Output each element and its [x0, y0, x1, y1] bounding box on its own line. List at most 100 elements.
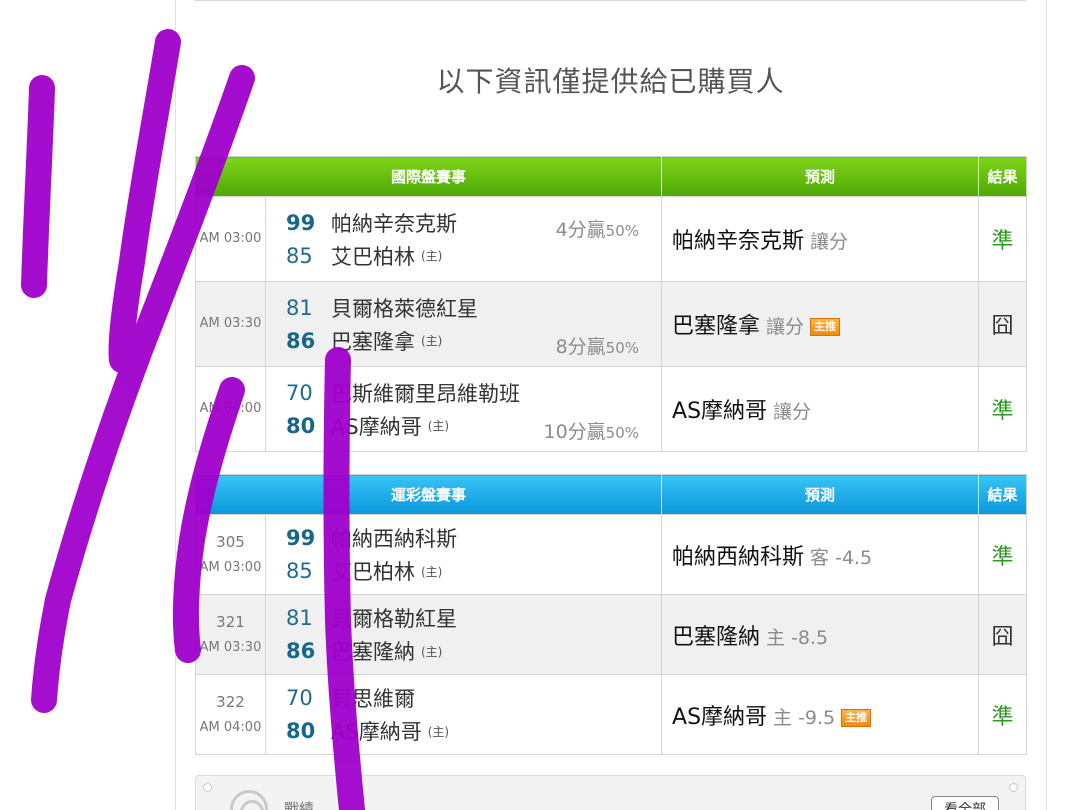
prediction-cell: 巴塞隆納主 -8.5 — [661, 594, 980, 675]
home-team-line: 85 艾巴柏林 (主) — [286, 239, 661, 272]
home-tag: (主) — [421, 249, 443, 263]
spread-result: 8分贏50% — [556, 332, 639, 359]
home-team-line: 85 艾巴柏林 (主) — [286, 555, 661, 588]
home-tag: (主) — [421, 644, 443, 659]
game-time-cell: AM 04:00 — [195, 366, 266, 452]
game-row: AM 03:30 81 貝爾格萊德紅星 86 巴塞隆拿 (主) 8分贏50% 巴塞隆拿 讓分 主推… — [195, 281, 1027, 367]
result-cell: 準 — [978, 196, 1027, 282]
away-score: 70 — [286, 686, 313, 710]
game-time: AM 03:30 — [199, 639, 262, 655]
away-score: 70 — [286, 380, 313, 405]
game-time-cell: 322 AM 04:00 — [195, 674, 266, 755]
away-score: 99 — [286, 526, 316, 550]
home-score: 86 — [286, 328, 316, 353]
see-all-button[interactable]: 看全部 — [931, 796, 999, 810]
home-tag: (主) — [427, 419, 450, 433]
spread-percent: 50% — [605, 339, 640, 357]
international-games-table: 國際盤賽事 預測 結果 AM 03:00 99 帕納辛奈克斯 85 艾巴柏林 (主) 4分贏… — [195, 156, 1028, 452]
teams-cell: 99 帕納辛奈克斯 85 艾巴柏林 (主) 4分贏50% — [265, 196, 663, 282]
prediction-kind: 讓分 — [766, 316, 805, 338]
result-cell: 準 — [978, 514, 1027, 595]
spread-points: 4分贏 — [555, 219, 606, 241]
game-code: 322 — [216, 692, 245, 711]
home-team-name: 艾巴柏林 — [331, 560, 415, 584]
prediction-team: 巴塞隆納 — [672, 624, 761, 650]
game-time: AM 04:00 — [199, 719, 262, 735]
prediction-team: AS摩納哥 — [672, 704, 768, 730]
spread-points: 10分贏 — [543, 421, 606, 443]
away-score: 99 — [286, 210, 316, 235]
prediction-team: 帕納西納科斯 — [672, 544, 805, 570]
prediction-kind: 讓分 — [810, 231, 849, 253]
game-code: 321 — [216, 612, 245, 631]
away-team-name: 帕納辛奈克斯 — [331, 211, 457, 236]
teams-cell: 81 貝爾格萊德紅星 86 巴塞隆拿 (主) 8分贏50% — [265, 281, 663, 367]
game-time: AM 03:30 — [199, 316, 262, 331]
away-team-name: 貝爾格萊德紅星 — [331, 296, 478, 321]
game-time: AM 03:00 — [199, 231, 262, 246]
home-team-name: AS摩納哥 — [331, 414, 422, 439]
record-label: 戰績 — [284, 800, 315, 810]
teams-cell: 99 帕納西納科斯 85 艾巴柏林 (主) — [265, 514, 663, 595]
teams-cell: 81 貝爾格勒紅星 86 巴塞隆納 (主) — [265, 594, 663, 675]
game-row: 305 AM 03:00 99 帕納西納科斯 85 艾巴柏林 (主) 帕納西納科斯客 -4.5… — [195, 514, 1027, 595]
prediction-kind: 讓分 — [773, 401, 812, 423]
header-result: 結果 — [978, 156, 1027, 197]
prediction-cell: 帕納西納科斯客 -4.5 — [661, 514, 980, 595]
away-score: 81 — [286, 295, 313, 320]
game-time-cell: AM 03:00 — [195, 196, 266, 282]
home-tag: (主) — [421, 334, 443, 348]
scribble-stroke — [108, 29, 181, 373]
home-score: 85 — [286, 559, 313, 583]
spread-percent: 50% — [605, 424, 640, 442]
corner-dot-icon — [203, 783, 212, 792]
target-icon — [230, 790, 268, 810]
home-team-name: 巴塞隆納 — [331, 640, 415, 664]
home-team-name: 艾巴柏林 — [331, 244, 415, 269]
prediction-cell: 帕納辛奈克斯 讓分 — [661, 196, 980, 282]
away-score: 81 — [286, 606, 313, 630]
game-time-cell: AM 03:30 — [195, 281, 266, 367]
header-game: 國際盤賽事 — [195, 156, 663, 197]
header-result: 結果 — [978, 474, 1027, 515]
game-time-cell: 305 AM 03:00 — [195, 514, 266, 595]
spread-percent: 50% — [605, 222, 640, 240]
home-tag: (主) — [427, 724, 450, 739]
game-row: 321 AM 03:30 81 貝爾格勒紅星 86 巴塞隆納 (主) 巴塞隆納主 -8.5 囧 — [195, 594, 1027, 675]
away-team-line: 81 貝爾格萊德紅星 — [286, 291, 661, 324]
prediction-team: 帕納辛奈克斯 — [672, 229, 805, 254]
away-team-line: 81 貝爾格勒紅星 — [286, 602, 661, 635]
home-team-line: 86 巴塞隆納 (主) — [286, 635, 661, 668]
prediction-team: 巴塞隆拿 — [672, 314, 761, 339]
prediction-kind: 客 -4.5 — [810, 546, 873, 569]
spread-result: 10分贏50% — [543, 417, 639, 444]
game-time: AM 03:00 — [199, 559, 262, 575]
result-cell: 囧 — [978, 281, 1027, 367]
game-row: 322 AM 04:00 70 貝思維爾 80 AS摩納哥 (主) AS摩納哥主 -9.5 主推… — [195, 674, 1027, 755]
home-team-name: AS摩納哥 — [331, 720, 422, 744]
prediction-team: AS摩納哥 — [672, 399, 768, 424]
game-code: 305 — [216, 532, 245, 551]
home-score: 80 — [286, 719, 316, 743]
away-team-line: 99 帕納西納科斯 — [286, 522, 661, 555]
record-panel: 戰績 看全部 — [195, 775, 1026, 810]
teams-cell: 70 巴斯維爾里昂維勒班 80 AS摩納哥 (主) 10分贏50% — [265, 366, 663, 452]
header-prediction: 預測 — [661, 474, 980, 515]
home-score: 86 — [286, 639, 316, 663]
result-cell: 囧 — [978, 594, 1027, 675]
lottery-games-table: 運彩盤賽事 預測 結果 305 AM 03:00 99 帕納西納科斯 85 艾巴柏林 (主)… — [195, 474, 1028, 755]
teams-cell: 70 貝思維爾 80 AS摩納哥 (主) — [265, 674, 663, 755]
away-team-name: 帕納西納科斯 — [331, 527, 457, 551]
home-score: 80 — [286, 413, 316, 438]
featured-badge: 主推 — [810, 318, 841, 336]
home-team-name: 巴塞隆拿 — [331, 329, 415, 354]
header-game: 運彩盤賽事 — [195, 474, 663, 515]
game-row: AM 03:00 99 帕納辛奈克斯 85 艾巴柏林 (主) 4分贏50% 帕納辛奈克斯 讓分準 — [195, 196, 1027, 282]
result-cell: 準 — [978, 366, 1027, 452]
away-team-line: 70 貝思維爾 — [286, 682, 661, 715]
game-row: AM 04:00 70 巴斯維爾里昂維勒班 80 AS摩納哥 (主) 10分贏50% AS摩納… — [195, 366, 1027, 452]
header-prediction: 預測 — [661, 156, 980, 197]
corner-dot-icon — [1009, 783, 1018, 792]
prediction-cell: AS摩納哥主 -9.5 主推 — [661, 674, 980, 755]
away-team-name: 巴斯維爾里昂維勒班 — [331, 381, 520, 406]
